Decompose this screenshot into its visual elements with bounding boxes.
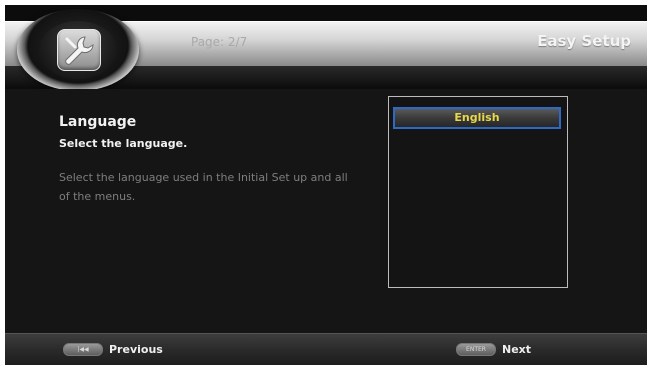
previous-label: Previous — [109, 342, 163, 356]
language-list[interactable]: English — [388, 96, 568, 288]
previous-button[interactable]: |◀◀ Previous — [63, 340, 163, 358]
page-indicator: Page: 2/7 — [191, 35, 248, 49]
enter-key-icon: ENTER — [456, 342, 496, 356]
section-heading: Language — [59, 114, 137, 130]
next-button[interactable]: ENTER Next — [456, 340, 531, 358]
language-option-english[interactable]: English — [393, 107, 561, 129]
next-label: Next — [502, 342, 532, 356]
skip-back-key-icon: |◀◀ — [63, 342, 103, 356]
section-subheading: Select the language. — [59, 137, 188, 150]
section-description: Select the language used in the Initial … — [59, 171, 348, 203]
setup-logo — [17, 9, 139, 91]
screen-title: Easy Setup — [537, 32, 631, 50]
easy-setup-screen: Page: 2/7 Easy Setup Language Select the… — [5, 5, 647, 365]
header: Page: 2/7 Easy Setup — [5, 5, 647, 91]
wrench-tool-icon — [57, 29, 101, 71]
footer: |◀◀ Previous ENTER Next — [5, 333, 647, 365]
main-content: Language Select the language. Select the… — [5, 89, 647, 333]
